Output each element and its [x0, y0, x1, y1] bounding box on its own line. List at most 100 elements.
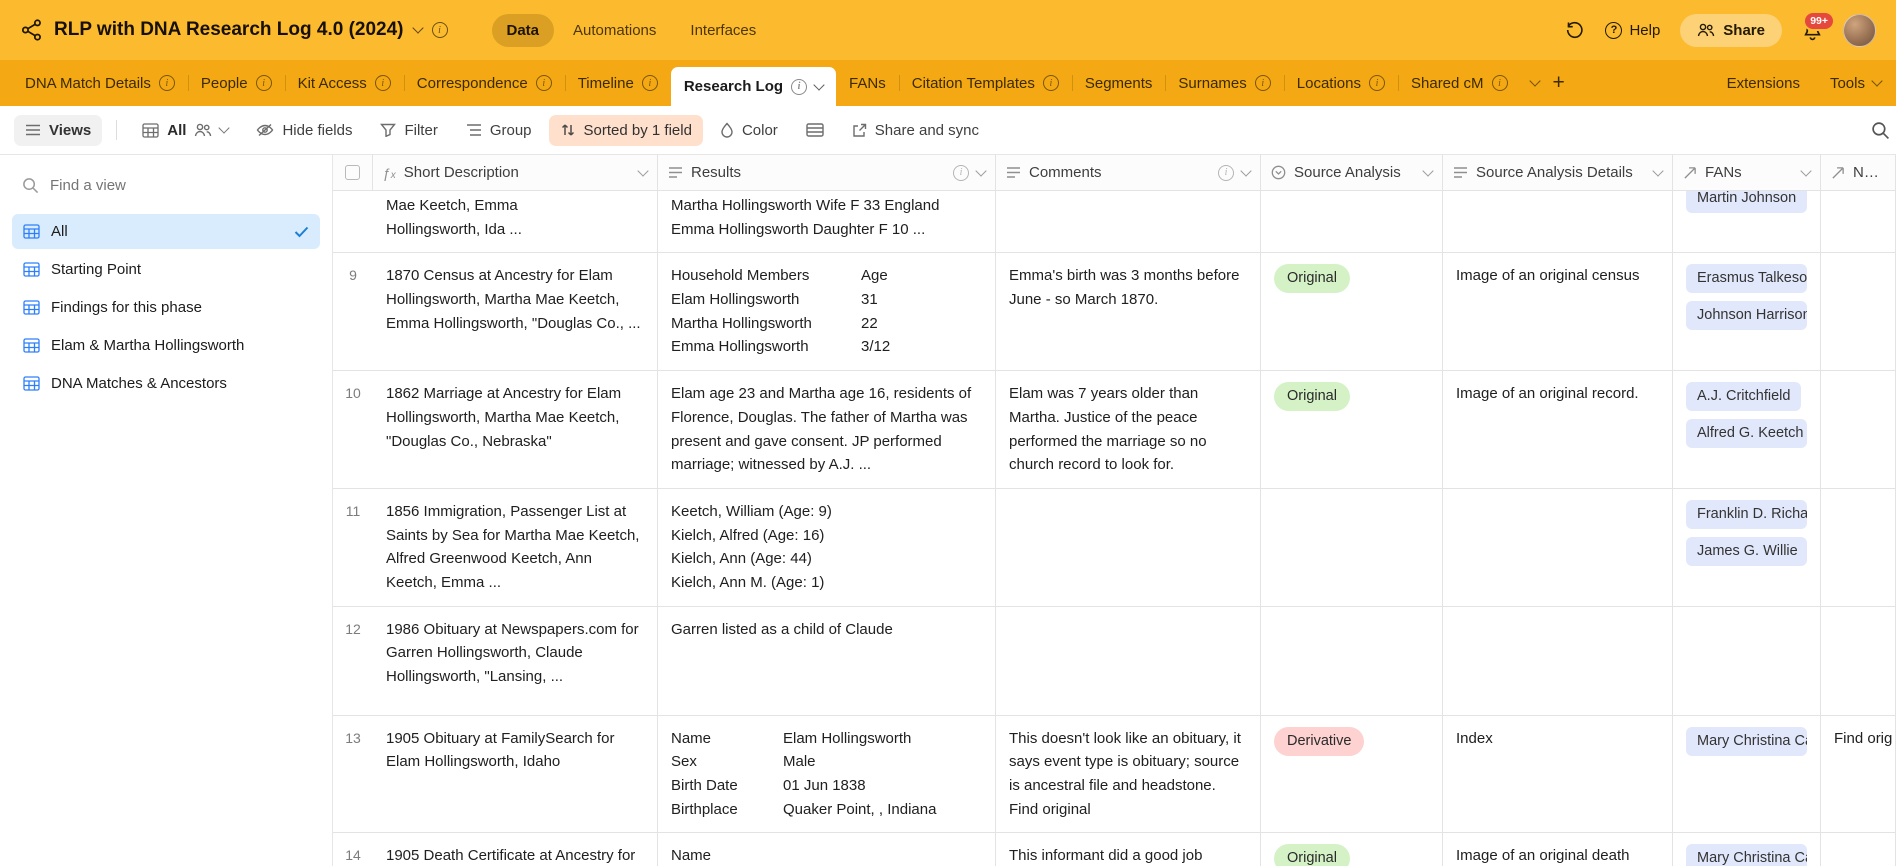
share-sync-button[interactable]: Share and sync	[841, 115, 990, 146]
avatar[interactable]	[1843, 13, 1876, 47]
cell-comments[interactable]	[996, 488, 1261, 606]
table-tab-surnames[interactable]: Surnames	[1165, 60, 1283, 106]
row-number[interactable]: 9	[333, 253, 373, 370]
app-logo-icon[interactable]	[20, 18, 44, 42]
share-button[interactable]: Share	[1680, 13, 1782, 47]
cell-next[interactable]: Find orig	[1821, 715, 1896, 833]
cell-results[interactable]: Name Elam Hollingsworth Sex Male Birth Date 0…	[658, 715, 996, 833]
column-header-source-analysis[interactable]: Source Analysis	[1261, 155, 1443, 190]
hide-fields-button[interactable]: Hide fields	[245, 115, 363, 146]
cell-next[interactable]	[1821, 191, 1896, 253]
cell-fans[interactable]: Erasmus Talkeson Johnson Harrison	[1673, 253, 1821, 371]
base-title-chevron-down-icon[interactable]	[411, 22, 424, 34]
row-height-button[interactable]	[795, 116, 835, 144]
cell-fans[interactable]	[1673, 606, 1821, 715]
column-header-results[interactable]: Results	[658, 155, 996, 190]
cell-fans[interactable]: Mary Christina Car	[1673, 833, 1821, 866]
linked-record-chip[interactable]: Johnson Harrison	[1686, 301, 1807, 331]
column-header-short-description[interactable]: ƒx Short Description	[373, 155, 658, 190]
select-all-checkbox[interactable]	[345, 165, 360, 180]
nav-tab-automations[interactable]: Automations	[558, 14, 671, 47]
table-tab-locations[interactable]: Locations	[1283, 60, 1398, 106]
cell-short-description[interactable]: Mae Keetch, Emma Hollingsworth, Ida ...	[373, 191, 658, 253]
row-number[interactable]	[333, 191, 373, 252]
cell-source-analysis[interactable]: Original	[1261, 253, 1443, 371]
row-number[interactable]: 14	[333, 833, 373, 866]
cell-short-description[interactable]: 1862 Marriage at Ancestry for Elam Holli…	[373, 371, 658, 488]
cell-comments[interactable]	[996, 191, 1261, 253]
tables-dropdown-chevron-icon[interactable]	[1528, 75, 1541, 87]
cell-short-description[interactable]: 1870 Census at Ancestry for Elam Holling…	[373, 253, 658, 371]
chevron-down-icon[interactable]	[1652, 164, 1664, 177]
cell-next[interactable]	[1821, 253, 1896, 371]
group-button[interactable]: Group	[455, 115, 543, 146]
linked-record-chip[interactable]: Franklin D. Richard	[1686, 499, 1807, 529]
row-number[interactable]: 12	[333, 607, 373, 715]
notifications-button[interactable]: 99+	[1802, 10, 1835, 41]
cell-source-analysis-details[interactable]: Image of an original record.	[1443, 371, 1673, 488]
base-title[interactable]: RLP with DNA Research Log 4.0 (2024)	[54, 19, 404, 41]
cell-source-analysis-details[interactable]	[1443, 191, 1673, 253]
linked-record-chip[interactable]: Mary Christina Car	[1686, 726, 1807, 756]
cell-results[interactable]: Garren listed as a child of Claude	[658, 606, 996, 715]
cell-comments[interactable]: This doesn't look like an obituary, it s…	[996, 715, 1261, 833]
base-info-icon[interactable]	[431, 22, 448, 38]
column-header-comments[interactable]: Comments	[996, 155, 1261, 190]
history-icon[interactable]	[1565, 20, 1585, 40]
cell-source-analysis[interactable]: Original	[1261, 833, 1443, 866]
table-tab-timeline[interactable]: Timeline	[564, 60, 671, 106]
cell-source-analysis[interactable]: Original	[1261, 371, 1443, 488]
color-button[interactable]: Color	[709, 115, 789, 146]
help-button[interactable]: Help	[1605, 21, 1660, 39]
column-header-next[interactable]: Next	[1821, 155, 1896, 190]
column-header-source-analysis-details[interactable]: Source Analysis Details	[1443, 155, 1673, 190]
chevron-down-icon[interactable]	[637, 164, 649, 177]
table-tab-segments[interactable]: Segments	[1071, 60, 1166, 106]
table-tab-correspondence[interactable]: Correspondence	[403, 60, 565, 106]
nav-tab-data[interactable]: Data	[491, 13, 555, 47]
cell-short-description[interactable]: 1856 Immigration, Passenger List at Sain…	[373, 488, 658, 606]
cell-next[interactable]	[1821, 371, 1896, 488]
cell-next[interactable]	[1821, 488, 1896, 606]
cell-results[interactable]: Household Members Age Elam Hollingsworth 31…	[658, 253, 996, 371]
find-view-input[interactable]	[50, 177, 310, 194]
filter-button[interactable]: Filter	[369, 115, 448, 146]
add-table-button[interactable]: +	[1545, 71, 1573, 95]
sidebar-view-elam-martha-hollingsworth[interactable]: Elam & Martha Hollingsworth	[12, 328, 320, 363]
table-tab-fans[interactable]: FANs	[836, 60, 899, 106]
cell-source-analysis[interactable]: Derivative	[1261, 715, 1443, 833]
cell-next[interactable]	[1821, 606, 1896, 715]
cell-source-analysis[interactable]	[1261, 488, 1443, 606]
sidebar-view-dna-matches-ancestors[interactable]: DNA Matches & Ancestors	[12, 366, 320, 401]
cell-short-description[interactable]: 1905 Death Certificate at Ancestry for E…	[373, 833, 658, 866]
sidebar-view-findings-for-this-phase[interactable]: Findings for this phase	[12, 290, 320, 325]
table-tab-dna-match-details[interactable]: DNA Match Details	[12, 60, 188, 106]
cell-source-analysis-details[interactable]	[1443, 488, 1673, 606]
chevron-down-icon[interactable]	[975, 164, 987, 177]
cell-short-description[interactable]: 1905 Obituary at FamilySearch for Elam H…	[373, 715, 658, 833]
table-tab-research-log[interactable]: Research Log	[670, 67, 837, 106]
search-icon[interactable]	[1871, 121, 1890, 140]
cell-next[interactable]	[1821, 833, 1896, 866]
cell-source-analysis-details[interactable]: Image of an original census	[1443, 253, 1673, 371]
column-header-fans[interactable]: FANs	[1673, 155, 1821, 190]
views-button[interactable]: Views	[14, 114, 103, 146]
nav-tab-interfaces[interactable]: Interfaces	[675, 14, 771, 47]
linked-record-chip[interactable]: A.J. Critchfield	[1686, 382, 1802, 412]
select-badge[interactable]: Derivative	[1274, 726, 1365, 756]
cell-results[interactable]: NameBirth	[658, 833, 996, 866]
cell-fans[interactable]: A.J. Critchfield Alfred G. Keetch	[1673, 371, 1821, 488]
cell-comments[interactable]: Emma's birth was 3 months before June - …	[996, 253, 1261, 371]
tabbar-extensions-button[interactable]: Extensions	[1712, 75, 1815, 92]
linked-record-chip[interactable]: Martin Johnson	[1686, 191, 1807, 213]
linked-record-chip[interactable]: Alfred G. Keetch	[1686, 419, 1807, 448]
chevron-down-icon[interactable]	[1422, 164, 1434, 177]
table-tab-people[interactable]: People	[187, 60, 285, 106]
linked-record-chip[interactable]: James G. Willie	[1686, 536, 1807, 566]
cell-source-analysis[interactable]	[1261, 606, 1443, 715]
cell-source-analysis-details[interactable]: Index	[1443, 715, 1673, 833]
select-badge[interactable]: Original	[1274, 844, 1350, 866]
row-number[interactable]: 11	[333, 489, 373, 606]
linked-record-chip[interactable]: Erasmus Talkeson	[1686, 264, 1807, 294]
find-view-box[interactable]	[12, 171, 320, 200]
